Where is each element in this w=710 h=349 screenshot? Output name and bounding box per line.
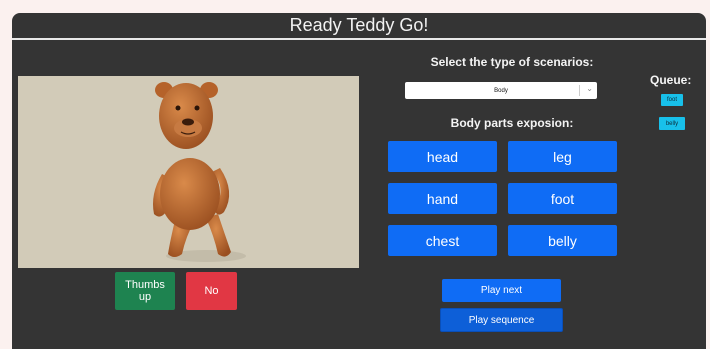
scenario-heading: Select the type of scenarios: — [430, 55, 594, 69]
play-sequence-button[interactable]: Play sequence — [440, 308, 563, 332]
thumbs-up-button[interactable]: Thumbs up — [115, 272, 175, 310]
scene-viewport[interactable] — [18, 76, 359, 268]
body-parts-heading: Body parts exposion: — [450, 116, 574, 130]
chevron-down-icon: ⌄ — [586, 84, 593, 93]
queue-item[interactable]: belly — [659, 117, 685, 130]
body-part-button-hand[interactable]: hand — [388, 183, 497, 214]
app-title: Ready Teddy Go! — [12, 13, 706, 40]
body-part-button-belly[interactable]: belly — [508, 225, 617, 256]
queue-item[interactable]: foot — [661, 94, 683, 106]
scenario-select[interactable]: Body ⌄ — [405, 82, 597, 99]
select-divider — [579, 85, 580, 96]
no-button[interactable]: No — [186, 272, 237, 310]
queue-title: Queue: — [650, 73, 692, 87]
scenario-select-value: Body — [494, 87, 508, 94]
body-part-button-leg[interactable]: leg — [508, 141, 617, 172]
body-part-button-foot[interactable]: foot — [508, 183, 617, 214]
teddy-bear-model — [153, 82, 246, 262]
play-next-button[interactable]: Play next — [442, 279, 561, 302]
body-part-button-head[interactable]: head — [388, 141, 497, 172]
body-part-button-chest[interactable]: chest — [388, 225, 497, 256]
